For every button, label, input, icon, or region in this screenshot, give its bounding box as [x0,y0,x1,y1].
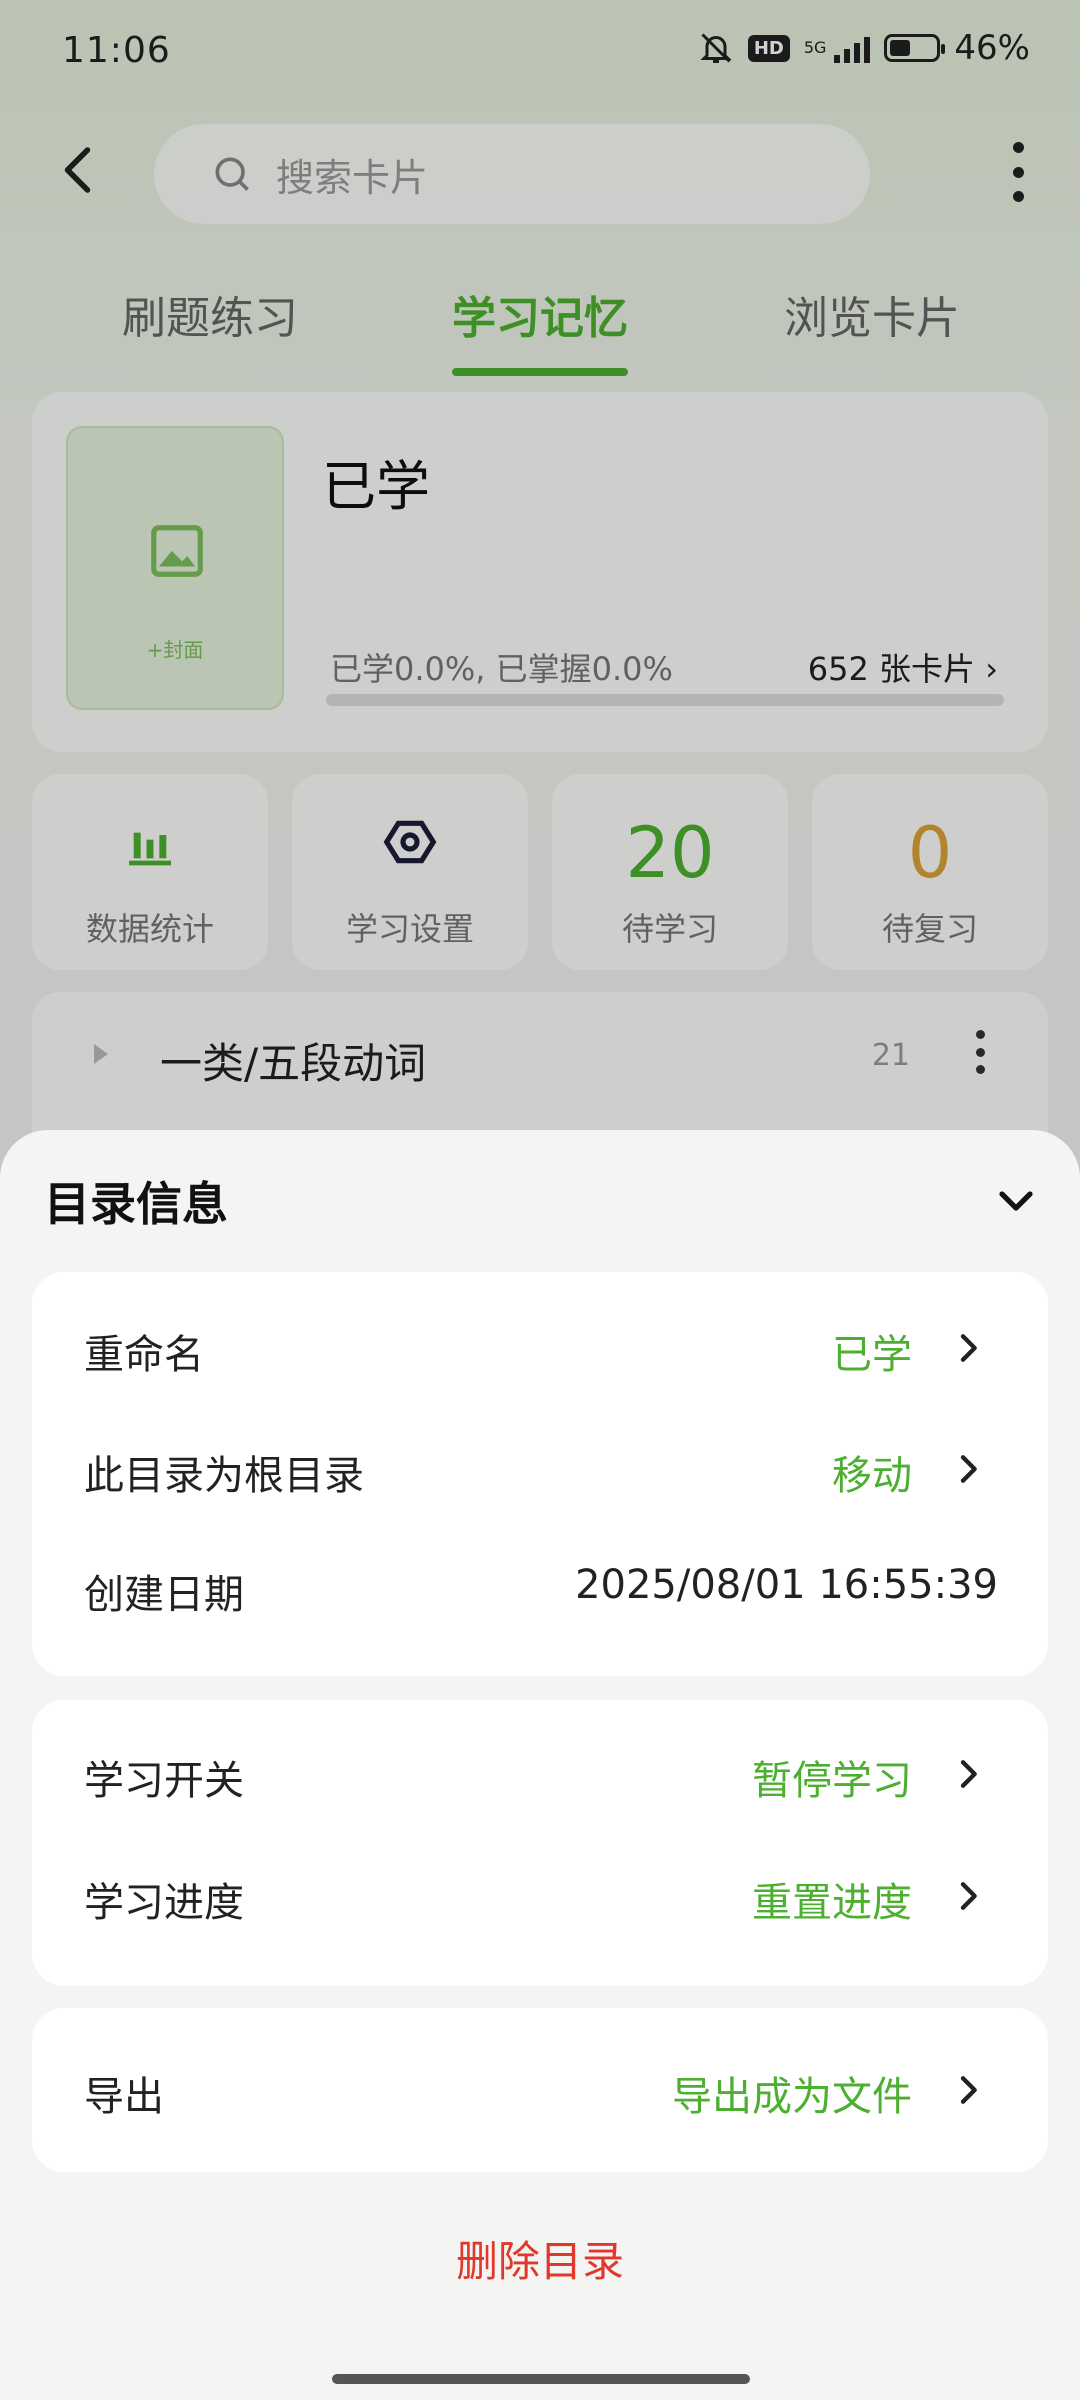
study-settings-tile[interactable]: 学习设置 [292,774,528,970]
status-bar: 11:06 HD 5G 46% [0,0,1080,100]
study-switch-row[interactable]: 学习开关 暂停学习 [32,1724,1048,1824]
card-count-link[interactable]: 652 张卡片 › [808,644,998,690]
to-review-label: 待复习 [881,910,978,948]
hd-badge: HD [747,34,790,62]
move-value: 移动 [832,1453,912,1499]
deck-progress-text: 已学0.0%, 已掌握0.0% [330,650,673,688]
bar-chart-icon [129,832,171,866]
deck-title: 已学 [322,455,430,518]
network-type: 5G [803,38,827,57]
export-file-value: 导出成为文件 [672,2074,912,2120]
to-learn-tile[interactable]: 20 待学习 [552,774,788,970]
cover-placeholder[interactable]: +封面 [66,426,284,710]
more-options-icon[interactable] [1002,142,1034,202]
export-group: 导出 导出成为文件 [32,2008,1048,2172]
signal-icon [834,33,871,63]
top-bar: 搜索卡片 [0,120,1080,230]
deck-card[interactable]: +封面 已学 已学0.0%, 已掌握0.0% 652 张卡片 › [32,392,1048,752]
study-progress-row[interactable]: 学习进度 重置进度 [32,1846,1048,1946]
chevron-right-icon [960,1882,977,1910]
back-arrow-icon[interactable] [50,140,110,200]
image-icon [151,525,203,577]
active-tab-indicator [452,368,628,376]
tab-practice[interactable]: 刷题练习 [122,282,298,346]
status-time: 11:06 [62,30,171,71]
tab-bar: 刷题练习 学习记忆 浏览卡片 [0,270,1080,380]
study-group: 学习开关 暂停学习 学习进度 重置进度 [32,1700,1048,1986]
battery-icon [884,34,946,62]
chevron-right-icon [960,1455,977,1483]
root-directory-label: 此目录为根目录 [84,1453,364,1499]
to-review-tile[interactable]: 0 待复习 [812,774,1048,970]
pause-study-value: 暂停学习 [752,1758,912,1804]
rename-value: 已学 [832,1332,912,1378]
rename-row[interactable]: 重命名 已学 [32,1298,1048,1398]
to-learn-count: 20 [625,812,715,894]
chevron-down-icon[interactable] [992,1176,1040,1224]
search-placeholder: 搜索卡片 [276,155,429,200]
sheet-title: 目录信息 [44,1177,228,1231]
cover-label: +封面 [146,638,204,662]
move-root-row[interactable]: 此目录为根目录 移动 [32,1419,1048,1519]
status-icons: HD 5G 46% [698,28,1030,68]
directory-info-sheet: 目录信息 重命名 已学 此目录为根目录 移动 创建日期 2025/08/01 1… [0,1130,1080,2400]
expand-triangle-icon[interactable] [94,1044,108,1064]
export-row[interactable]: 导出 导出成为文件 [32,2040,1048,2140]
study-settings-label: 学习设置 [345,910,474,948]
info-group: 重命名 已学 此目录为根目录 移动 创建日期 2025/08/01 16:55:… [32,1272,1048,1676]
chevron-right-icon [960,2076,977,2104]
study-switch-label: 学习开关 [84,1758,244,1804]
deck-progress-bar [326,694,1004,706]
data-stats-label: 数据统计 [85,910,214,948]
to-review-count: 0 [907,812,953,894]
settings-hexagon-icon [383,820,437,864]
folder-count: 21 [871,1038,910,1073]
created-date-row: 创建日期 2025/08/01 16:55:39 [32,1538,1048,1638]
created-date-value: 2025/08/01 16:55:39 [575,1562,998,1608]
search-input[interactable]: 搜索卡片 [154,124,870,224]
export-label: 导出 [84,2074,164,2120]
folder-more-icon[interactable] [976,1030,986,1074]
reset-progress-value: 重置进度 [752,1880,912,1926]
rename-label: 重命名 [84,1332,204,1378]
created-date-label: 创建日期 [84,1572,244,1618]
chevron-right-icon [960,1760,977,1788]
delete-directory-button[interactable]: 删除目录 [0,2228,1080,2289]
battery-percent: 46% [954,28,1030,68]
bell-muted-icon [700,33,732,63]
tab-memory[interactable]: 学习记忆 [452,282,628,346]
search-icon [215,157,249,191]
chevron-right-icon [960,1334,977,1362]
to-learn-label: 待学习 [621,910,718,948]
home-indicator[interactable] [332,2374,750,2384]
study-progress-label: 学习进度 [84,1880,244,1926]
folder-name: 一类/五段动词 [160,1039,427,1088]
tab-browse[interactable]: 浏览卡片 [784,282,960,346]
data-stats-tile[interactable]: 数据统计 [32,774,268,970]
